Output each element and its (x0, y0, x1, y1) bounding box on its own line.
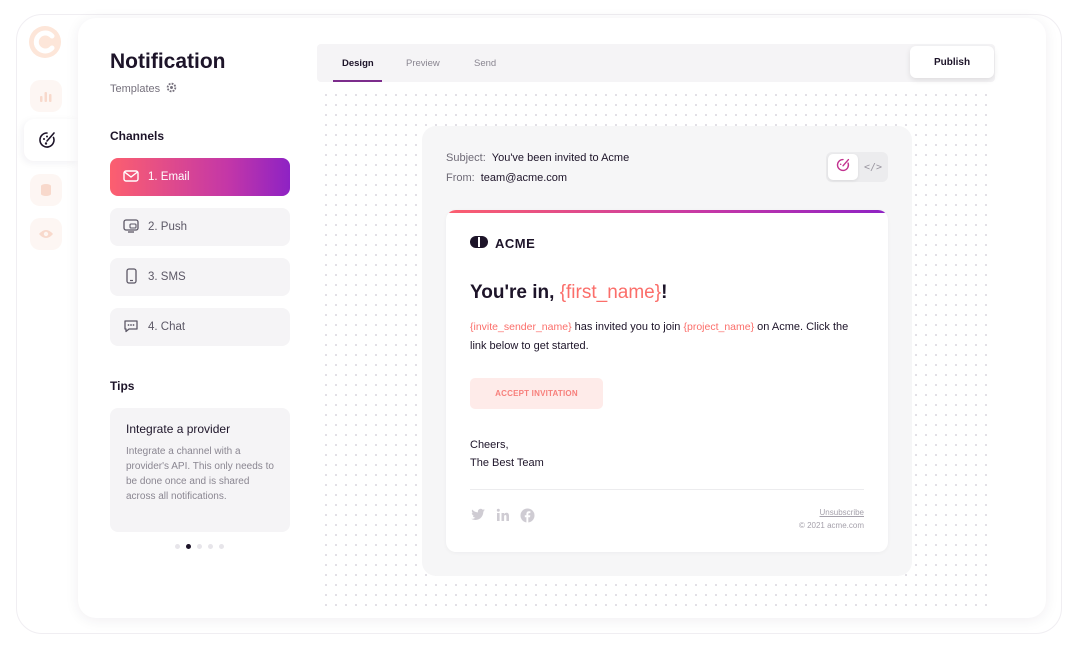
icon-rail (24, 22, 78, 622)
social-links (470, 508, 535, 528)
acme-logo-icon (470, 236, 488, 251)
analytics-icon[interactable] (30, 80, 62, 112)
editor-tabbar: Design Preview Send (317, 44, 995, 82)
from-line: From: team@acme.com (446, 172, 567, 184)
code-toggle[interactable]: </> (860, 154, 886, 180)
accept-invitation-button[interactable]: ACCEPT INVITATION (470, 378, 603, 409)
active-tab-indicator (333, 80, 382, 82)
copyright: © 2021 acme.com (798, 521, 864, 530)
logo-icon[interactable] (28, 24, 64, 60)
templates-link[interactable]: Templates (110, 82, 177, 96)
footer-divider (470, 489, 864, 490)
channel-chat[interactable]: 4. Chat (110, 308, 290, 346)
pagination-dot[interactable] (219, 544, 224, 549)
channels-heading: Channels (110, 129, 165, 143)
tip-card: Integrate a provider Integrate a channel… (110, 408, 290, 532)
push-icon (123, 218, 139, 236)
linkedin-icon[interactable] (496, 508, 510, 528)
subject-value: You've been invited to Acme (491, 152, 630, 164)
visual-editor-toggle[interactable] (828, 154, 858, 180)
tip-pagination (175, 544, 224, 549)
signoff-line-1: Cheers, (470, 439, 509, 451)
tab-design[interactable]: Design (342, 58, 374, 69)
tip-text: Integrate a channel with a provider's AP… (126, 446, 274, 502)
email-footer-meta: Unsubscribe © 2021 acme.com (799, 506, 864, 532)
brand: ACME (470, 236, 535, 251)
pagination-dot[interactable] (197, 544, 202, 549)
tip-title: Integrate a provider (126, 422, 231, 436)
from-value: team@acme.com (480, 172, 568, 184)
subject-line: Subject: You've been invited to Acme (446, 152, 629, 164)
design-icon[interactable] (24, 119, 78, 161)
pagination-dot[interactable] (175, 544, 180, 549)
headline-suffix: ! (661, 282, 668, 303)
brand-name: ACME (495, 236, 536, 251)
database-icon[interactable] (30, 174, 62, 206)
sender-variable: {invite_sender_name} (470, 321, 572, 333)
channel-sms[interactable]: 3. SMS (110, 258, 290, 296)
tab-send[interactable]: Send (474, 58, 496, 69)
templates-label: Templates (110, 83, 161, 95)
channel-label: 2. Push (148, 221, 187, 233)
signoff: Cheers, The Best Team (470, 436, 544, 472)
facebook-icon[interactable] (520, 508, 535, 528)
eye-icon[interactable] (30, 218, 62, 250)
email-body-text: {invite_sender_name} has invited you to … (470, 318, 860, 356)
pagination-dot-active[interactable] (186, 544, 191, 549)
page-title: Notification (110, 50, 226, 73)
pagination-dot[interactable] (208, 544, 213, 549)
channel-email[interactable]: 1. Email (110, 158, 290, 196)
channel-label: 4. Chat (148, 321, 186, 333)
gear-icon[interactable] (166, 82, 177, 96)
mail-icon (123, 169, 139, 185)
headline-prefix: You're in, (470, 282, 560, 303)
main-panel: Notification Templates Channels 1. Email… (78, 18, 1046, 618)
email-body: ACME You're in, {first_name}! {invite_se… (446, 210, 888, 552)
twitter-icon[interactable] (470, 508, 486, 528)
subject-key: Subject: (446, 152, 486, 164)
phone-icon (123, 267, 139, 287)
body-mid: has invited you to join (571, 321, 684, 333)
channel-label: 3. SMS (148, 271, 186, 283)
email-headline: You're in, {first_name}! (470, 282, 667, 304)
view-toggle: </> (826, 152, 888, 182)
design-icon (836, 158, 850, 177)
chat-icon (123, 319, 139, 336)
from-key: From: (446, 172, 475, 184)
tips-heading: Tips (110, 379, 135, 393)
project-variable: {project_name} (683, 321, 755, 333)
channel-push[interactable]: 2. Push (110, 208, 290, 246)
email-accent-bar (446, 210, 888, 213)
signoff-line-2: The Best Team (470, 457, 544, 469)
first-name-variable: {first_name} (559, 282, 662, 303)
unsubscribe-link[interactable]: Unsubscribe (799, 506, 864, 519)
email-preview-card: Subject: You've been invited to Acme From… (422, 126, 912, 576)
publish-button[interactable]: Publish (910, 46, 994, 78)
channel-label: 1. Email (148, 171, 190, 183)
tab-preview[interactable]: Preview (406, 58, 440, 69)
